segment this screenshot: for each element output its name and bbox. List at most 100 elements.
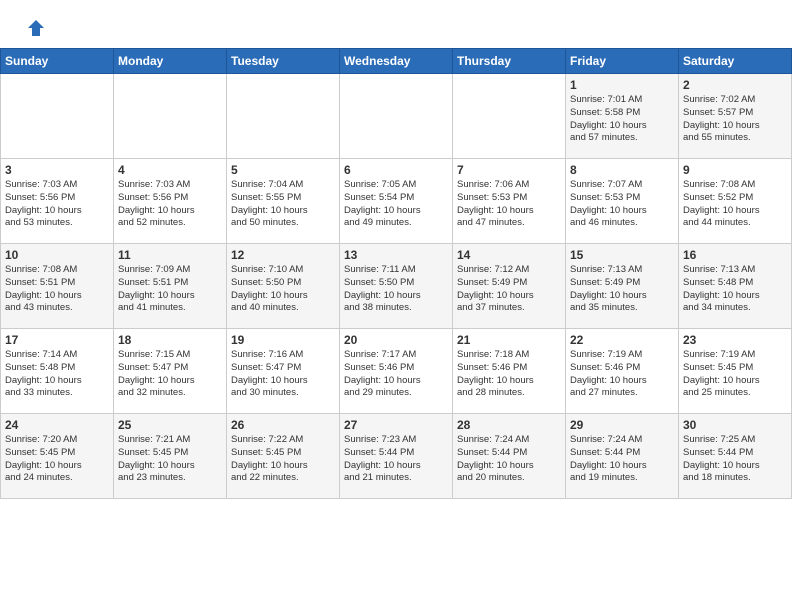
calendar-cell: 2 Sunrise: 7:02 AM Sunset: 5:57 PM Daylig… xyxy=(679,74,792,159)
calendar-week-row: 3 Sunrise: 7:03 AM Sunset: 5:56 PM Daylig… xyxy=(1,159,792,244)
day-info: Sunrise: 7:22 AM Sunset: 5:45 PM Dayligh… xyxy=(231,434,335,485)
calendar-cell xyxy=(340,74,453,159)
day-info: Sunrise: 7:01 AM Sunset: 5:58 PM Dayligh… xyxy=(570,94,674,145)
calendar-cell xyxy=(453,74,566,159)
calendar-cell: 27 Sunrise: 7:23 AM Sunset: 5:44 PM Dayli… xyxy=(340,414,453,499)
weekday-header-wednesday: Wednesday xyxy=(340,49,453,74)
calendar-week-row: 17Sunrise: 7:14 AM Sunset: 5:48 PM Dayli… xyxy=(1,329,792,414)
day-info: Sunrise: 7:13 AM Sunset: 5:49 PM Dayligh… xyxy=(570,264,674,315)
weekday-header-monday: Monday xyxy=(114,49,227,74)
day-number: 1 xyxy=(570,78,674,92)
day-info: Sunrise: 7:05 AM Sunset: 5:54 PM Dayligh… xyxy=(344,179,448,230)
day-number: 6 xyxy=(344,163,448,177)
day-info: Sunrise: 7:17 AM Sunset: 5:46 PM Dayligh… xyxy=(344,349,448,400)
day-number: 28 xyxy=(457,418,561,432)
calendar-cell: 7 Sunrise: 7:06 AM Sunset: 5:53 PM Daylig… xyxy=(453,159,566,244)
day-number: 9 xyxy=(683,163,787,177)
calendar-cell: 30 Sunrise: 7:25 AM Sunset: 5:44 PM Dayli… xyxy=(679,414,792,499)
logo xyxy=(24,18,46,38)
header xyxy=(0,0,792,48)
day-number: 27 xyxy=(344,418,448,432)
day-number: 2 xyxy=(683,78,787,92)
weekday-header-thursday: Thursday xyxy=(453,49,566,74)
calendar-week-row: 10 Sunrise: 7:08 AM Sunset: 5:51 PM Dayli… xyxy=(1,244,792,329)
calendar-cell: 6 Sunrise: 7:05 AM Sunset: 5:54 PM Daylig… xyxy=(340,159,453,244)
day-info: Sunrise: 7:03 AM Sunset: 5:56 PM Dayligh… xyxy=(5,179,109,230)
calendar-cell: 23Sunrise: 7:19 AM Sunset: 5:45 PM Dayli… xyxy=(679,329,792,414)
calendar-header-row: SundayMondayTuesdayWednesdayThursdayFrid… xyxy=(1,49,792,74)
day-info: Sunrise: 7:25 AM Sunset: 5:44 PM Dayligh… xyxy=(683,434,787,485)
calendar-cell: 13 Sunrise: 7:11 AM Sunset: 5:50 PM Dayli… xyxy=(340,244,453,329)
day-number: 16 xyxy=(683,248,787,262)
day-number: 22 xyxy=(570,333,674,347)
day-number: 21 xyxy=(457,333,561,347)
day-info: Sunrise: 7:20 AM Sunset: 5:45 PM Dayligh… xyxy=(5,434,109,485)
day-number: 25 xyxy=(118,418,222,432)
calendar-cell xyxy=(227,74,340,159)
day-number: 24 xyxy=(5,418,109,432)
day-info: Sunrise: 7:15 AM Sunset: 5:47 PM Dayligh… xyxy=(118,349,222,400)
day-number: 15 xyxy=(570,248,674,262)
calendar-cell: 17Sunrise: 7:14 AM Sunset: 5:48 PM Dayli… xyxy=(1,329,114,414)
calendar-cell: 16 Sunrise: 7:13 AM Sunset: 5:48 PM Dayli… xyxy=(679,244,792,329)
day-info: Sunrise: 7:19 AM Sunset: 5:45 PM Dayligh… xyxy=(683,349,787,400)
calendar-cell: 21 Sunrise: 7:18 AM Sunset: 5:46 PM Dayli… xyxy=(453,329,566,414)
day-number: 20 xyxy=(344,333,448,347)
weekday-header-sunday: Sunday xyxy=(1,49,114,74)
day-info: Sunrise: 7:23 AM Sunset: 5:44 PM Dayligh… xyxy=(344,434,448,485)
day-info: Sunrise: 7:11 AM Sunset: 5:50 PM Dayligh… xyxy=(344,264,448,315)
day-info: Sunrise: 7:24 AM Sunset: 5:44 PM Dayligh… xyxy=(570,434,674,485)
logo-icon xyxy=(26,18,46,38)
calendar-cell: 20 Sunrise: 7:17 AM Sunset: 5:46 PM Dayli… xyxy=(340,329,453,414)
day-info: Sunrise: 7:10 AM Sunset: 5:50 PM Dayligh… xyxy=(231,264,335,315)
calendar-cell: 19Sunrise: 7:16 AM Sunset: 5:47 PM Dayli… xyxy=(227,329,340,414)
calendar-cell: 3 Sunrise: 7:03 AM Sunset: 5:56 PM Daylig… xyxy=(1,159,114,244)
calendar-cell xyxy=(1,74,114,159)
weekday-header-friday: Friday xyxy=(566,49,679,74)
page: SundayMondayTuesdayWednesdayThursdayFrid… xyxy=(0,0,792,612)
calendar-cell: 29 Sunrise: 7:24 AM Sunset: 5:44 PM Dayli… xyxy=(566,414,679,499)
day-number: 8 xyxy=(570,163,674,177)
calendar-cell: 28 Sunrise: 7:24 AM Sunset: 5:44 PM Dayli… xyxy=(453,414,566,499)
day-info: Sunrise: 7:24 AM Sunset: 5:44 PM Dayligh… xyxy=(457,434,561,485)
weekday-header-tuesday: Tuesday xyxy=(227,49,340,74)
day-number: 3 xyxy=(5,163,109,177)
day-number: 10 xyxy=(5,248,109,262)
calendar-cell: 12Sunrise: 7:10 AM Sunset: 5:50 PM Dayli… xyxy=(227,244,340,329)
calendar-cell: 26 Sunrise: 7:22 AM Sunset: 5:45 PM Dayli… xyxy=(227,414,340,499)
calendar-table: SundayMondayTuesdayWednesdayThursdayFrid… xyxy=(0,48,792,499)
day-info: Sunrise: 7:03 AM Sunset: 5:56 PM Dayligh… xyxy=(118,179,222,230)
day-info: Sunrise: 7:07 AM Sunset: 5:53 PM Dayligh… xyxy=(570,179,674,230)
day-number: 4 xyxy=(118,163,222,177)
calendar-cell: 18 Sunrise: 7:15 AM Sunset: 5:47 PM Dayli… xyxy=(114,329,227,414)
day-number: 26 xyxy=(231,418,335,432)
day-number: 30 xyxy=(683,418,787,432)
calendar-cell: 9 Sunrise: 7:08 AM Sunset: 5:52 PM Daylig… xyxy=(679,159,792,244)
calendar-cell: 24 Sunrise: 7:20 AM Sunset: 5:45 PM Dayli… xyxy=(1,414,114,499)
day-number: 7 xyxy=(457,163,561,177)
calendar-cell: 22 Sunrise: 7:19 AM Sunset: 5:46 PM Dayli… xyxy=(566,329,679,414)
day-info: Sunrise: 7:16 AM Sunset: 5:47 PM Dayligh… xyxy=(231,349,335,400)
calendar-cell: 10 Sunrise: 7:08 AM Sunset: 5:51 PM Dayli… xyxy=(1,244,114,329)
day-info: Sunrise: 7:08 AM Sunset: 5:51 PM Dayligh… xyxy=(5,264,109,315)
calendar-cell: 11Sunrise: 7:09 AM Sunset: 5:51 PM Dayli… xyxy=(114,244,227,329)
calendar-cell: 25 Sunrise: 7:21 AM Sunset: 5:45 PM Dayli… xyxy=(114,414,227,499)
day-number: 13 xyxy=(344,248,448,262)
day-number: 18 xyxy=(118,333,222,347)
calendar-cell: 1 Sunrise: 7:01 AM Sunset: 5:58 PM Daylig… xyxy=(566,74,679,159)
day-number: 29 xyxy=(570,418,674,432)
day-info: Sunrise: 7:08 AM Sunset: 5:52 PM Dayligh… xyxy=(683,179,787,230)
day-info: Sunrise: 7:14 AM Sunset: 5:48 PM Dayligh… xyxy=(5,349,109,400)
day-info: Sunrise: 7:13 AM Sunset: 5:48 PM Dayligh… xyxy=(683,264,787,315)
day-info: Sunrise: 7:12 AM Sunset: 5:49 PM Dayligh… xyxy=(457,264,561,315)
day-number: 11 xyxy=(118,248,222,262)
calendar-cell xyxy=(114,74,227,159)
day-info: Sunrise: 7:21 AM Sunset: 5:45 PM Dayligh… xyxy=(118,434,222,485)
day-info: Sunrise: 7:06 AM Sunset: 5:53 PM Dayligh… xyxy=(457,179,561,230)
day-info: Sunrise: 7:18 AM Sunset: 5:46 PM Dayligh… xyxy=(457,349,561,400)
day-info: Sunrise: 7:19 AM Sunset: 5:46 PM Dayligh… xyxy=(570,349,674,400)
day-info: Sunrise: 7:02 AM Sunset: 5:57 PM Dayligh… xyxy=(683,94,787,145)
calendar-cell: 14Sunrise: 7:12 AM Sunset: 5:49 PM Dayli… xyxy=(453,244,566,329)
calendar-week-row: 24 Sunrise: 7:20 AM Sunset: 5:45 PM Dayli… xyxy=(1,414,792,499)
calendar-cell: 15 Sunrise: 7:13 AM Sunset: 5:49 PM Dayli… xyxy=(566,244,679,329)
